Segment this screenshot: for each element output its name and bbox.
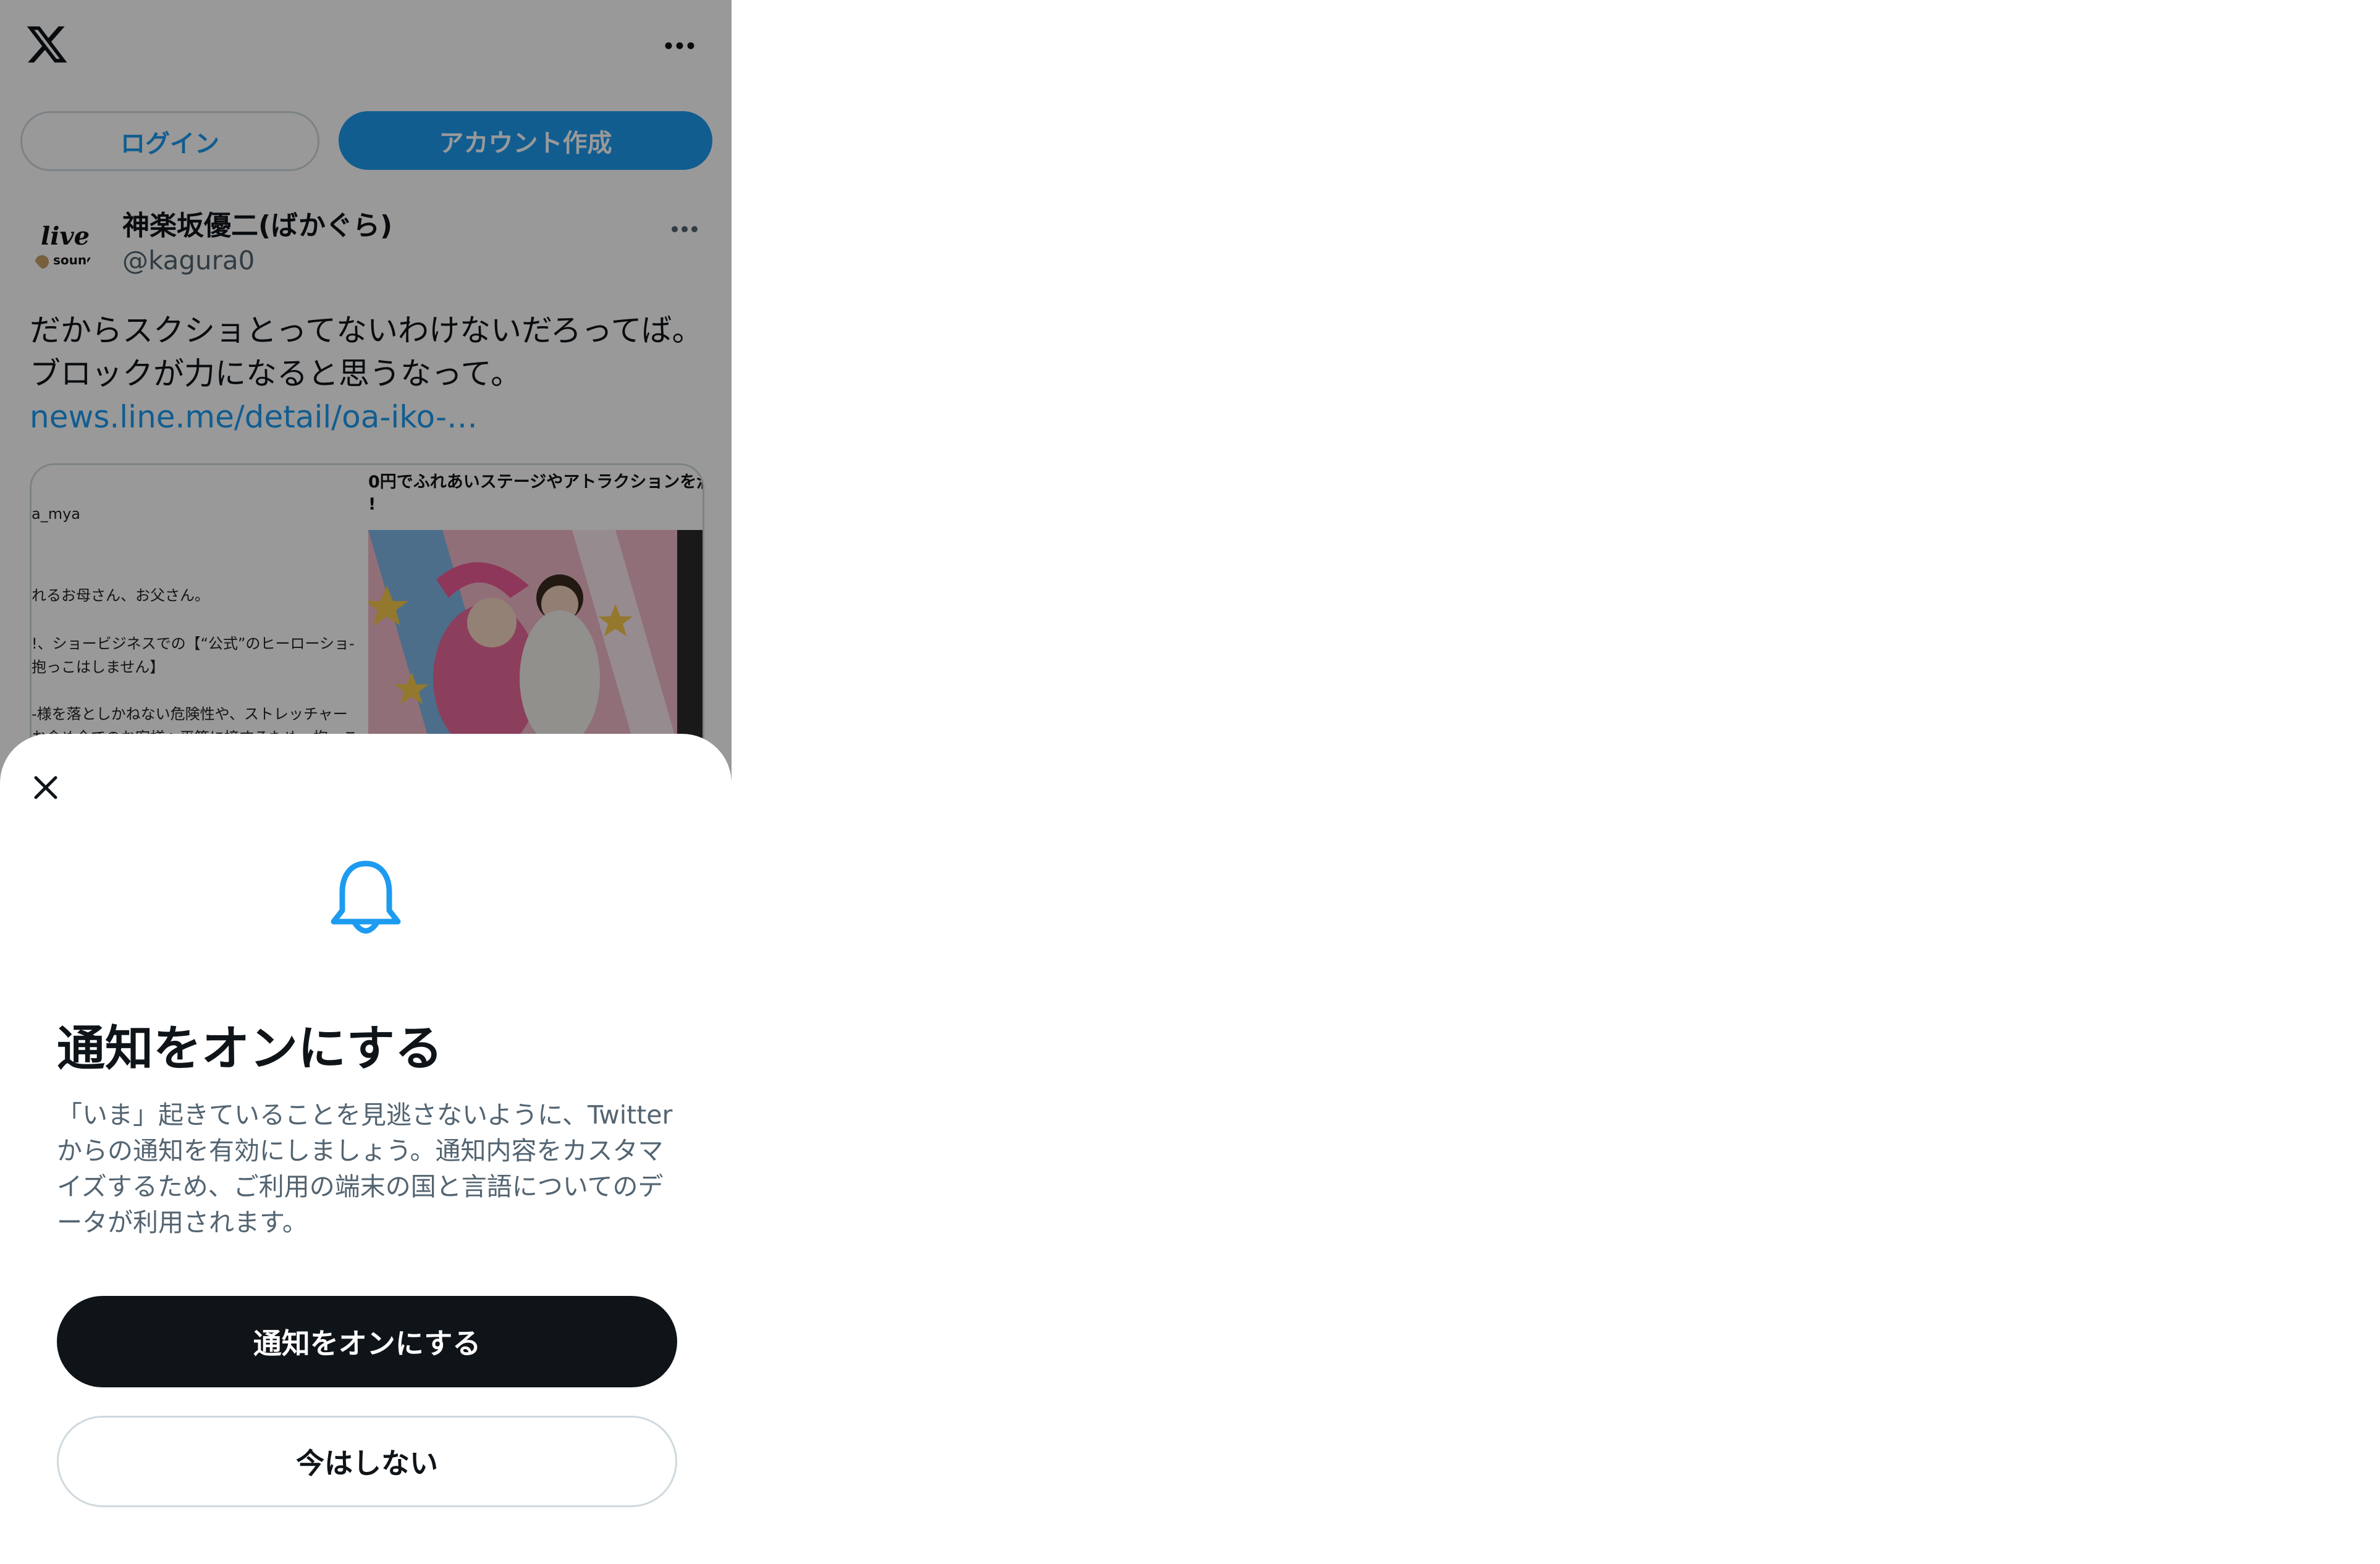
sheet-title: 通知をオンにする bbox=[57, 1021, 443, 1077]
enable-notifications-button[interactable]: 通知をオンにする bbox=[57, 1296, 677, 1387]
not-now-button[interactable]: 今はしない bbox=[57, 1416, 677, 1507]
blank-area bbox=[732, 0, 2380, 1564]
sheet-description: 「いま」起きていることを見逃さないように、Twitterからの通知を有効にしまし… bbox=[57, 1100, 673, 1237]
close-icon[interactable] bbox=[26, 768, 65, 807]
bell-icon bbox=[331, 860, 401, 934]
mobile-viewport: ログイン アカウント作成 live sound 神楽坂優二(ばかぐら) @kag… bbox=[0, 0, 732, 1564]
notification-sheet: 通知をオンにする 「いま」起きていることを見逃さないように、Twitterからの… bbox=[0, 734, 732, 1564]
